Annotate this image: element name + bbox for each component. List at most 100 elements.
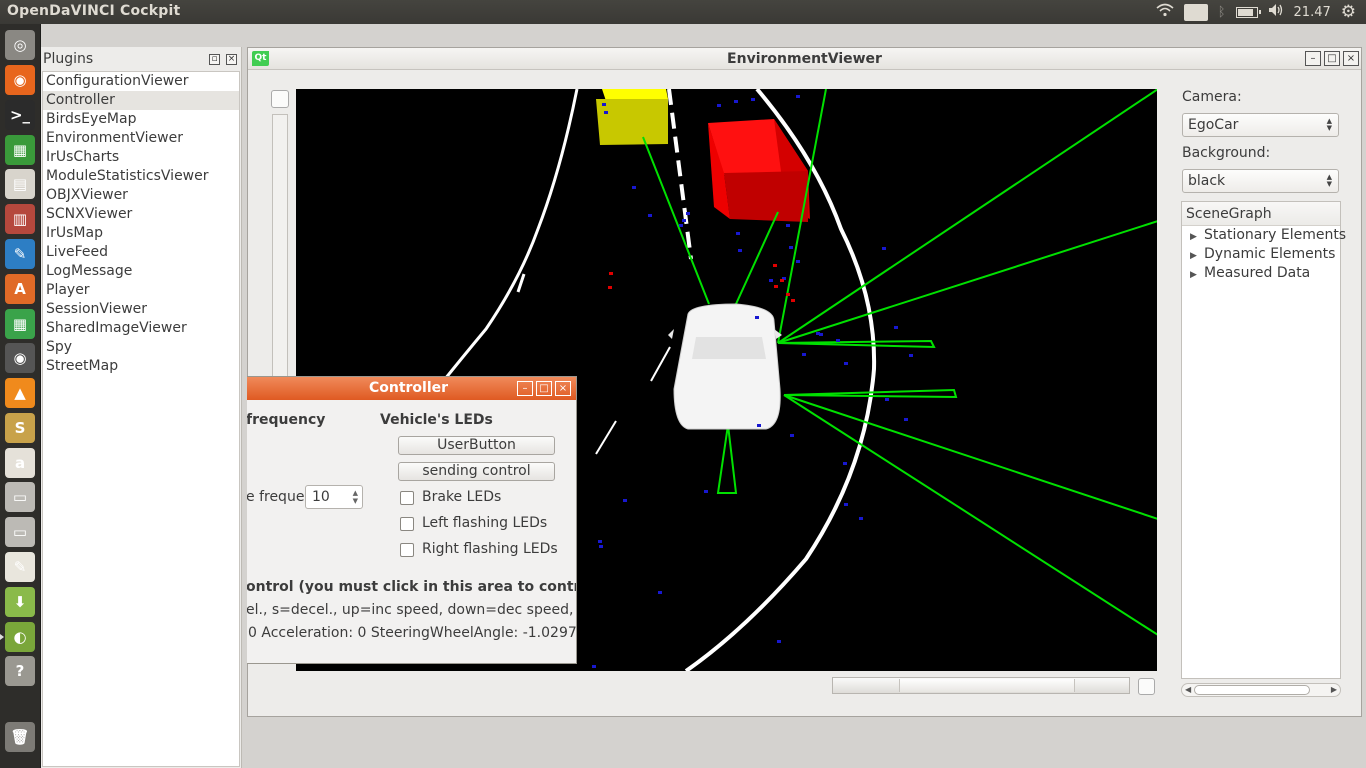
drive-2-icon[interactable]: ▭ xyxy=(5,517,35,547)
sensor-ray xyxy=(642,136,710,305)
measured-point xyxy=(755,316,759,319)
sending-control-button[interactable]: sending control xyxy=(398,462,555,481)
top-panel: OpenDaVINCI Cockpit Sv ᛒ 21.47 ⚙ xyxy=(0,0,1366,24)
left-flashing-leds-checkbox[interactable] xyxy=(400,517,414,531)
writer-icon[interactable]: ✎ xyxy=(5,239,35,269)
help-icon[interactable]: ? xyxy=(5,656,35,686)
frequency-value: 10 xyxy=(312,489,330,505)
scroll-left-icon[interactable]: ◀ xyxy=(1185,685,1191,694)
terminal-icon[interactable]: >_ xyxy=(5,100,35,130)
viewport-corner-button[interactable] xyxy=(271,90,289,108)
measured-point xyxy=(802,353,806,356)
plugin-item[interactable]: Player xyxy=(43,281,239,300)
battery-icon[interactable] xyxy=(1235,6,1261,18)
background-select[interactable]: black ▲ ▼ xyxy=(1182,169,1339,193)
right-flashing-leds-checkbox[interactable] xyxy=(400,543,414,557)
scenegraph-item[interactable]: ▶ Dynamic Elements xyxy=(1182,245,1340,264)
controller-titlebar[interactable]: Controller – □ × xyxy=(247,377,576,400)
plugin-item[interactable]: Spy xyxy=(43,338,239,357)
plugin-item[interactable]: SCNXViewer xyxy=(43,205,239,224)
amazon-icon[interactable]: a xyxy=(5,448,35,478)
scenegraph-horizontal-scrollbar[interactable]: ◀ ▶ xyxy=(1181,683,1341,697)
wifi-icon[interactable] xyxy=(1156,3,1174,21)
plugin-item[interactable]: EnvironmentViewer xyxy=(43,129,239,148)
colors-app-icon[interactable]: ▦ xyxy=(5,135,35,165)
spreadsheet-icon[interactable]: ▦ xyxy=(5,309,35,339)
plugin-item[interactable]: LogMessage xyxy=(43,262,239,281)
close-icon[interactable]: × xyxy=(1343,51,1359,66)
cockpit-app-icon[interactable]: ◐ xyxy=(0,622,35,652)
measured-point xyxy=(786,224,790,227)
plugin-item[interactable]: IrUsMap xyxy=(43,224,239,243)
maximize-icon[interactable]: □ xyxy=(1324,51,1340,66)
vlc-icon[interactable]: ▲ xyxy=(5,378,35,408)
scenegraph-item[interactable]: ▶ Stationary Elements xyxy=(1182,226,1346,245)
brake-leds-label: Brake LEDs xyxy=(422,489,502,505)
lane-line-dashed xyxy=(650,346,671,382)
measured-point xyxy=(843,462,847,465)
trash-icon[interactable]: 🗑 xyxy=(5,722,35,752)
download-icon[interactable]: ⬇ xyxy=(5,587,35,617)
software-center-icon[interactable]: A xyxy=(5,274,35,304)
dock-close-icon[interactable]: × xyxy=(226,54,237,65)
measured-point xyxy=(789,246,793,249)
desktop-background xyxy=(247,718,1366,768)
scenegraph-header[interactable]: SceneGraph xyxy=(1182,202,1340,226)
brake-leds-checkbox[interactable] xyxy=(400,491,414,505)
minimize-icon[interactable]: – xyxy=(1305,51,1321,66)
control-area-heading[interactable]: ontrol (you must click in this area to c… xyxy=(247,579,576,595)
measured-point xyxy=(894,326,898,329)
horizontal-scrollbar-thumb[interactable] xyxy=(899,679,1075,692)
measured-point xyxy=(686,212,690,215)
measured-point xyxy=(769,279,773,282)
scroll-right-icon[interactable]: ▶ xyxy=(1331,685,1337,694)
plugin-item[interactable]: OBJXViewer xyxy=(43,186,239,205)
plugin-item[interactable]: SharedImageViewer xyxy=(43,319,239,338)
frequency-spinbox[interactable]: 10 ▲ ▼ xyxy=(305,485,363,509)
expand-arrow-icon[interactable]: ▶ xyxy=(1190,266,1204,285)
dash-icon[interactable]: ◎ xyxy=(5,30,35,60)
plugin-item[interactable]: StreetMap xyxy=(43,357,239,376)
sensor-ray xyxy=(783,394,1157,636)
ego-car-windshield xyxy=(692,337,766,359)
maximize-icon[interactable]: □ xyxy=(536,381,552,396)
bluetooth-icon[interactable]: ᛒ xyxy=(1218,5,1226,20)
plugin-item[interactable]: IrUsCharts xyxy=(43,148,239,167)
minimize-icon[interactable]: – xyxy=(517,381,533,396)
plugin-item[interactable]: ConfigurationViewer xyxy=(43,72,239,91)
plugin-item[interactable]: SessionViewer xyxy=(43,300,239,319)
scenegraph-item[interactable]: ▶ Measured Data xyxy=(1182,264,1340,283)
control-keys-hint: el., s=decel., up=inc speed, down=dec sp… xyxy=(247,602,577,618)
firefox-icon[interactable]: ◉ xyxy=(5,65,35,95)
system-tray: Sv ᛒ 21.47 ⚙ xyxy=(1156,0,1366,24)
keyboard-layout-indicator[interactable]: Sv xyxy=(1183,3,1208,21)
document-viewer-icon[interactable]: ▤ xyxy=(5,169,35,199)
vertical-scrollbar[interactable] xyxy=(272,114,288,378)
volume-icon[interactable] xyxy=(1268,3,1284,21)
camera-select[interactable]: EgoCar ▲ ▼ xyxy=(1182,113,1339,137)
horizontal-scrollbar[interactable] xyxy=(832,677,1130,694)
script-editor-icon[interactable]: S xyxy=(5,413,35,443)
spin-arrows-icon[interactable]: ▲ ▼ xyxy=(353,489,358,505)
gear-icon[interactable]: ⚙ xyxy=(1341,2,1356,22)
background-select-value: black xyxy=(1188,173,1226,189)
drive-icon[interactable]: ▭ xyxy=(5,482,35,512)
scenegraph-scrollbar-thumb[interactable] xyxy=(1194,685,1310,695)
clock[interactable]: 21.47 xyxy=(1294,5,1331,20)
plugin-item[interactable]: LiveFeed xyxy=(43,243,239,262)
plugin-item[interactable]: Controller xyxy=(43,91,239,110)
environment-viewer-titlebar[interactable]: Qt EnvironmentViewer – □ × xyxy=(248,48,1361,70)
plugin-item[interactable]: BirdsEyeMap xyxy=(43,110,239,129)
ego-car-mirror xyxy=(668,329,674,339)
measured-point xyxy=(882,247,886,250)
disk-utility-icon[interactable]: ◉ xyxy=(5,343,35,373)
files-app-icon[interactable]: ▥ xyxy=(5,204,35,234)
lane-line-dashed xyxy=(595,420,617,455)
text-editor-icon[interactable]: ✎ xyxy=(5,552,35,582)
launcher: ◎ ◉ >_ ▦ ▤ ▥ ✎ A ▦ ◉ ▲ Sa ▭ ▭ ✎ ⬇ ◐? 🗑 xyxy=(0,24,41,768)
user-button[interactable]: UserButton xyxy=(398,436,555,455)
dock-float-icon[interactable]: ▫ xyxy=(209,54,220,65)
viewport-corner-button-bottom[interactable] xyxy=(1138,678,1155,695)
close-icon[interactable]: × xyxy=(555,381,571,396)
plugin-item[interactable]: ModuleStatisticsViewer xyxy=(43,167,239,186)
